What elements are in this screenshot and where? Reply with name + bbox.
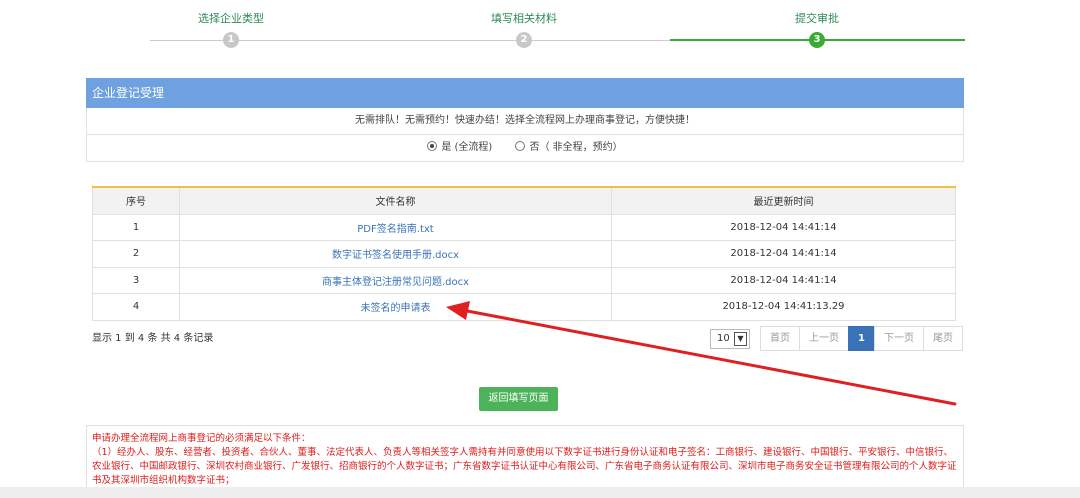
first-page-button[interactable]: 首页 xyxy=(760,326,800,351)
step-1-circle: 1 xyxy=(223,32,239,48)
process-options: 是 (全流程) 否（ 非全程，预约） xyxy=(86,135,964,162)
files-table: 序号 文件名称 最近更新时间 1 PDF签名指南.txt 2018-12-04 … xyxy=(92,186,956,321)
option-partial-process[interactable]: 否（ 非全程，预约） xyxy=(515,141,623,153)
step-2: 填写相关材料 xyxy=(444,10,604,26)
header-filename: 文件名称 xyxy=(179,186,612,215)
row-time: 2018-12-04 14:41:14 xyxy=(611,240,956,268)
registration-panel: 企业登记受理 无需排队！无需预约！快速办结！选择全流程网上办理商事登记，方便快捷… xyxy=(86,78,964,162)
page-size-value: 10 xyxy=(717,332,730,344)
current-page-button[interactable]: 1 xyxy=(848,326,875,351)
row-no: 4 xyxy=(92,293,180,321)
chevron-down-icon[interactable]: ▼ xyxy=(734,331,747,346)
file-link[interactable]: PDF签名指南.txt xyxy=(357,224,433,235)
table-header-row: 序号 文件名称 最近更新时间 xyxy=(92,186,956,215)
horizontal-scrollbar[interactable] xyxy=(0,487,1080,498)
header-updated: 最近更新时间 xyxy=(611,186,956,215)
progress-stepper: 选择企业类型 1 填写相关材料 2 提交审批 3 xyxy=(80,0,965,55)
file-link[interactable]: 商事主体登记注册常见问题.docx xyxy=(322,277,469,288)
row-filename-cell: 未签名的申请表 xyxy=(179,293,612,321)
step-3: 提交审批 xyxy=(737,10,897,26)
row-time: 2018-12-04 14:41:13.29 xyxy=(611,293,956,321)
row-no: 1 xyxy=(92,213,180,241)
row-no: 3 xyxy=(92,266,180,294)
row-filename-cell: 数字证书签名使用手册.docx xyxy=(179,240,612,268)
step-1: 选择企业类型 xyxy=(151,10,311,26)
row-time: 2018-12-04 14:41:14 xyxy=(611,213,956,241)
pagination: 10 ▼ 首页 上一页 1 下一页 尾页 xyxy=(710,326,963,351)
option-full-process[interactable]: 是 (全流程) xyxy=(427,141,495,153)
step-2-label: 填写相关材料 xyxy=(491,12,557,25)
step-1-label: 选择企业类型 xyxy=(198,12,264,25)
panel-slogan: 无需排队！无需预约！快速办结！选择全流程网上办理商事登记，方便快捷！ xyxy=(86,108,964,135)
file-link[interactable]: 数字证书签名使用手册.docx xyxy=(332,250,459,261)
step-3-label: 提交审批 xyxy=(795,12,839,25)
file-link[interactable]: 未签名的申请表 xyxy=(361,303,431,314)
panel-title: 企业登记受理 xyxy=(86,78,964,108)
row-time: 2018-12-04 14:41:14 xyxy=(611,266,956,294)
row-no: 2 xyxy=(92,240,180,268)
records-summary: 显示 1 到 4 条 共 4 条记录 xyxy=(92,333,214,344)
next-page-button[interactable]: 下一页 xyxy=(873,326,924,351)
return-button[interactable]: 返回填写页面 xyxy=(479,387,558,411)
notice-condition-1: （1）经办人、股东、经营者、投资者、合伙人、董事、法定代表人、负责人等相关签字人… xyxy=(92,447,957,486)
page-size-select[interactable]: 10 ▼ xyxy=(710,328,750,349)
row-filename-cell: 商事主体登记注册常见问题.docx xyxy=(179,266,612,294)
step-3-circle: 3 xyxy=(809,32,825,48)
row-filename-cell: PDF签名指南.txt xyxy=(179,213,612,241)
notice-heading: 申请办理全流程网上商事登记的必须满足以下条件： xyxy=(92,433,311,444)
radio-checked-icon[interactable] xyxy=(427,141,438,151)
prev-page-button[interactable]: 上一页 xyxy=(799,326,849,351)
table-row: 4 未签名的申请表 2018-12-04 14:41:13.29 xyxy=(92,293,956,321)
option-full-process-label: 是 (全流程) xyxy=(441,142,493,153)
option-partial-process-label: 否（ 非全程，预约） xyxy=(529,142,623,153)
page: 选择企业类型 1 填写相关材料 2 提交审批 3 企业登记受理 无需排队！无需预… xyxy=(0,0,1080,498)
table-row: 3 商事主体登记注册常见问题.docx 2018-12-04 14:41:14 xyxy=(92,266,956,294)
radio-unchecked-icon[interactable] xyxy=(515,141,526,151)
step-2-circle: 2 xyxy=(516,32,532,48)
header-no: 序号 xyxy=(92,186,180,215)
last-page-button[interactable]: 尾页 xyxy=(922,326,963,351)
table-row: 1 PDF签名指南.txt 2018-12-04 14:41:14 xyxy=(92,213,956,241)
table-row: 2 数字证书签名使用手册.docx 2018-12-04 14:41:14 xyxy=(92,240,956,268)
